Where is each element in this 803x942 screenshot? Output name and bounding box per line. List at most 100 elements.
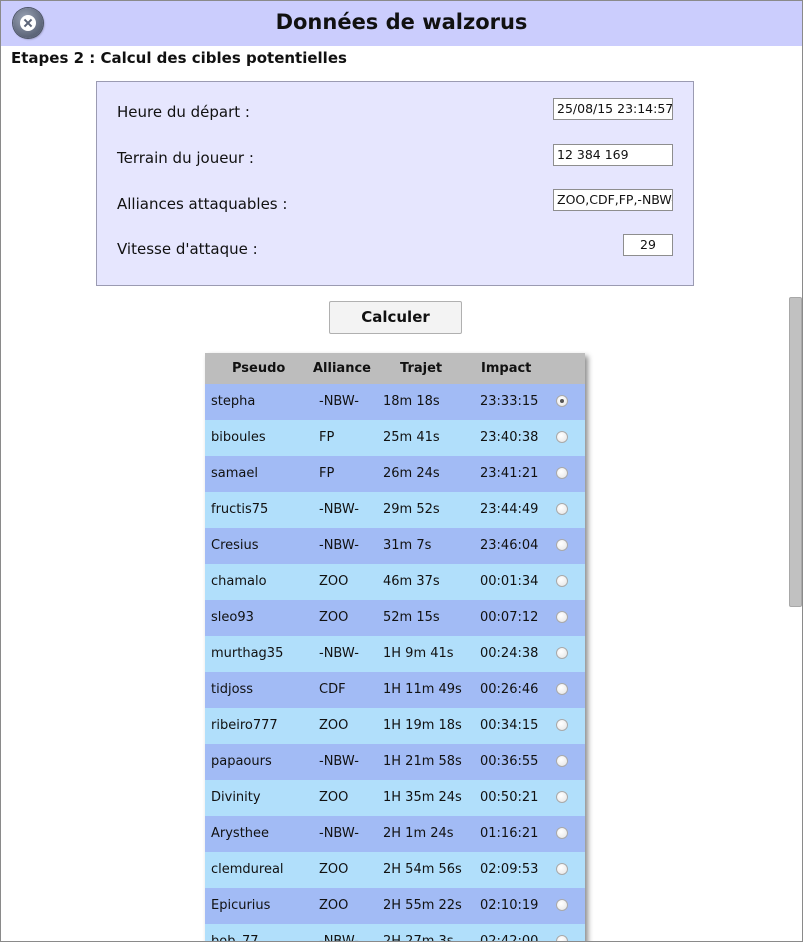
- cell-pseudo: chamalo: [211, 574, 267, 589]
- cell-impact: 00:01:34: [480, 574, 539, 589]
- header-pseudo[interactable]: Pseudo: [232, 361, 285, 376]
- header-alliance[interactable]: Alliance: [313, 361, 371, 376]
- select-radio[interactable]: [556, 719, 568, 731]
- cell-trajet: 2H 1m 24s: [383, 826, 454, 841]
- cell-trajet: 2H 55m 22s: [383, 898, 462, 913]
- cell-alliance: ZOO: [319, 718, 349, 733]
- select-radio[interactable]: [556, 863, 568, 875]
- cell-alliance: -NBW-: [319, 934, 359, 942]
- table-header: Pseudo Alliance Trajet Impact: [205, 353, 585, 384]
- cell-impact: 00:24:38: [480, 646, 539, 661]
- select-radio[interactable]: [556, 431, 568, 443]
- cell-impact: 02:10:19: [480, 898, 539, 913]
- cell-impact: 02:09:53: [480, 862, 539, 877]
- select-radio[interactable]: [556, 539, 568, 551]
- select-radio[interactable]: [556, 611, 568, 623]
- select-radio[interactable]: [556, 755, 568, 767]
- table-row[interactable]: papaours -NBW- 1H 21m 58s 00:36:55: [205, 744, 585, 780]
- cell-impact: 00:07:12: [480, 610, 539, 625]
- cell-impact: 02:42:00: [480, 934, 539, 942]
- targets-table: Pseudo Alliance Trajet Impact stepha -NBW…: [205, 353, 585, 942]
- cell-alliance: FP: [319, 430, 335, 445]
- cell-trajet: 29m 52s: [383, 502, 440, 517]
- data-dialog: Données de walzorus Etapes 2 : Calcul de…: [0, 0, 803, 942]
- cell-pseudo: Arysthee: [211, 826, 270, 841]
- select-radio[interactable]: [556, 791, 568, 803]
- terrain-field[interactable]: 12 384 169: [553, 144, 673, 166]
- table-row[interactable]: samael FP 26m 24s 23:41:21: [205, 456, 585, 492]
- cell-impact: 00:50:21: [480, 790, 539, 805]
- select-radio[interactable]: [556, 647, 568, 659]
- cell-impact: 23:33:15: [480, 394, 539, 409]
- header-trajet[interactable]: Trajet: [400, 361, 442, 376]
- table-row[interactable]: fructis75 -NBW- 29m 52s 23:44:49: [205, 492, 585, 528]
- header-impact[interactable]: Impact: [481, 361, 531, 376]
- select-radio[interactable]: [556, 827, 568, 839]
- cell-alliance: ZOO: [319, 898, 349, 913]
- cell-trajet: 2H 27m 3s: [383, 934, 454, 942]
- terrain-label: Terrain du joueur :: [117, 149, 254, 167]
- cell-pseudo: biboules: [211, 430, 266, 445]
- select-radio[interactable]: [556, 899, 568, 911]
- table-row[interactable]: Arysthee -NBW- 2H 1m 24s 01:16:21: [205, 816, 585, 852]
- cell-pseudo: sleo93: [211, 610, 254, 625]
- cell-trajet: 18m 18s: [383, 394, 440, 409]
- scrollbar-thumb[interactable]: [789, 297, 802, 607]
- step-title: Etapes 2 : Calcul des cibles potentielle…: [11, 49, 347, 67]
- select-radio[interactable]: [556, 575, 568, 587]
- cell-impact: 23:41:21: [480, 466, 539, 481]
- cell-alliance: -NBW-: [319, 394, 359, 409]
- cell-pseudo: stepha: [211, 394, 256, 409]
- cell-pseudo: fructis75: [211, 502, 269, 517]
- select-radio[interactable]: [556, 467, 568, 479]
- cell-trajet: 1H 35m 24s: [383, 790, 462, 805]
- cell-impact: 00:36:55: [480, 754, 539, 769]
- cell-alliance: -NBW-: [319, 754, 359, 769]
- table-body: stepha -NBW- 18m 18s 23:33:15 biboules FP 25m …: [205, 384, 585, 942]
- table-row[interactable]: chamalo ZOO 46m 37s 00:01:34: [205, 564, 585, 600]
- alliances-field[interactable]: ZOO,CDF,FP,-NBW-: [553, 189, 673, 211]
- cell-pseudo: Epicurius: [211, 898, 271, 913]
- select-radio[interactable]: [556, 503, 568, 515]
- departure-field[interactable]: 25/08/15 23:14:57: [553, 98, 673, 120]
- cell-alliance: -NBW-: [319, 538, 359, 553]
- cell-pseudo: samael: [211, 466, 258, 481]
- cell-impact: 23:46:04: [480, 538, 539, 553]
- dialog-title: Données de walzorus: [275, 10, 528, 34]
- table-row[interactable]: bob_77 -NBW- 2H 27m 3s 02:42:00: [205, 924, 585, 942]
- table-row[interactable]: biboules FP 25m 41s 23:40:38: [205, 420, 585, 456]
- table-row[interactable]: ribeiro777 ZOO 1H 19m 18s 00:34:15: [205, 708, 585, 744]
- cell-alliance: CDF: [319, 682, 346, 697]
- cell-pseudo: Cresius: [211, 538, 259, 553]
- table-row[interactable]: murthag35 -NBW- 1H 9m 41s 00:24:38: [205, 636, 585, 672]
- cell-pseudo: Divinity: [211, 790, 261, 805]
- cell-trajet: 46m 37s: [383, 574, 440, 589]
- cell-alliance: -NBW-: [319, 502, 359, 517]
- table-row[interactable]: stepha -NBW- 18m 18s 23:33:15: [205, 384, 585, 420]
- cell-alliance: ZOO: [319, 610, 349, 625]
- cell-trajet: 26m 24s: [383, 466, 440, 481]
- table-row[interactable]: Cresius -NBW- 31m 7s 23:46:04: [205, 528, 585, 564]
- table-row[interactable]: sleo93 ZOO 52m 15s 00:07:12: [205, 600, 585, 636]
- calculate-button[interactable]: Calculer: [329, 301, 462, 334]
- table-row[interactable]: clemdureal ZOO 2H 54m 56s 02:09:53: [205, 852, 585, 888]
- select-radio[interactable]: [556, 935, 568, 941]
- cell-alliance: ZOO: [319, 790, 349, 805]
- table-row[interactable]: tidjoss CDF 1H 11m 49s 00:26:46: [205, 672, 585, 708]
- cell-trajet: 52m 15s: [383, 610, 440, 625]
- table-row[interactable]: Epicurius ZOO 2H 55m 22s 02:10:19: [205, 888, 585, 924]
- cell-pseudo: tidjoss: [211, 682, 254, 697]
- titlebar: Données de walzorus: [1, 1, 802, 46]
- cell-trajet: 1H 21m 58s: [383, 754, 462, 769]
- cell-impact: 23:40:38: [480, 430, 539, 445]
- cell-impact: 00:34:15: [480, 718, 539, 733]
- cell-impact: 00:26:46: [480, 682, 539, 697]
- cell-pseudo: clemdureal: [211, 862, 284, 877]
- table-row[interactable]: Divinity ZOO 1H 35m 24s 00:50:21: [205, 780, 585, 816]
- select-radio[interactable]: [556, 683, 568, 695]
- speed-field[interactable]: 29: [623, 234, 673, 256]
- cell-pseudo: papaours: [211, 754, 272, 769]
- cell-alliance: ZOO: [319, 574, 349, 589]
- select-radio[interactable]: [556, 395, 568, 407]
- cell-pseudo: bob_77: [211, 934, 259, 942]
